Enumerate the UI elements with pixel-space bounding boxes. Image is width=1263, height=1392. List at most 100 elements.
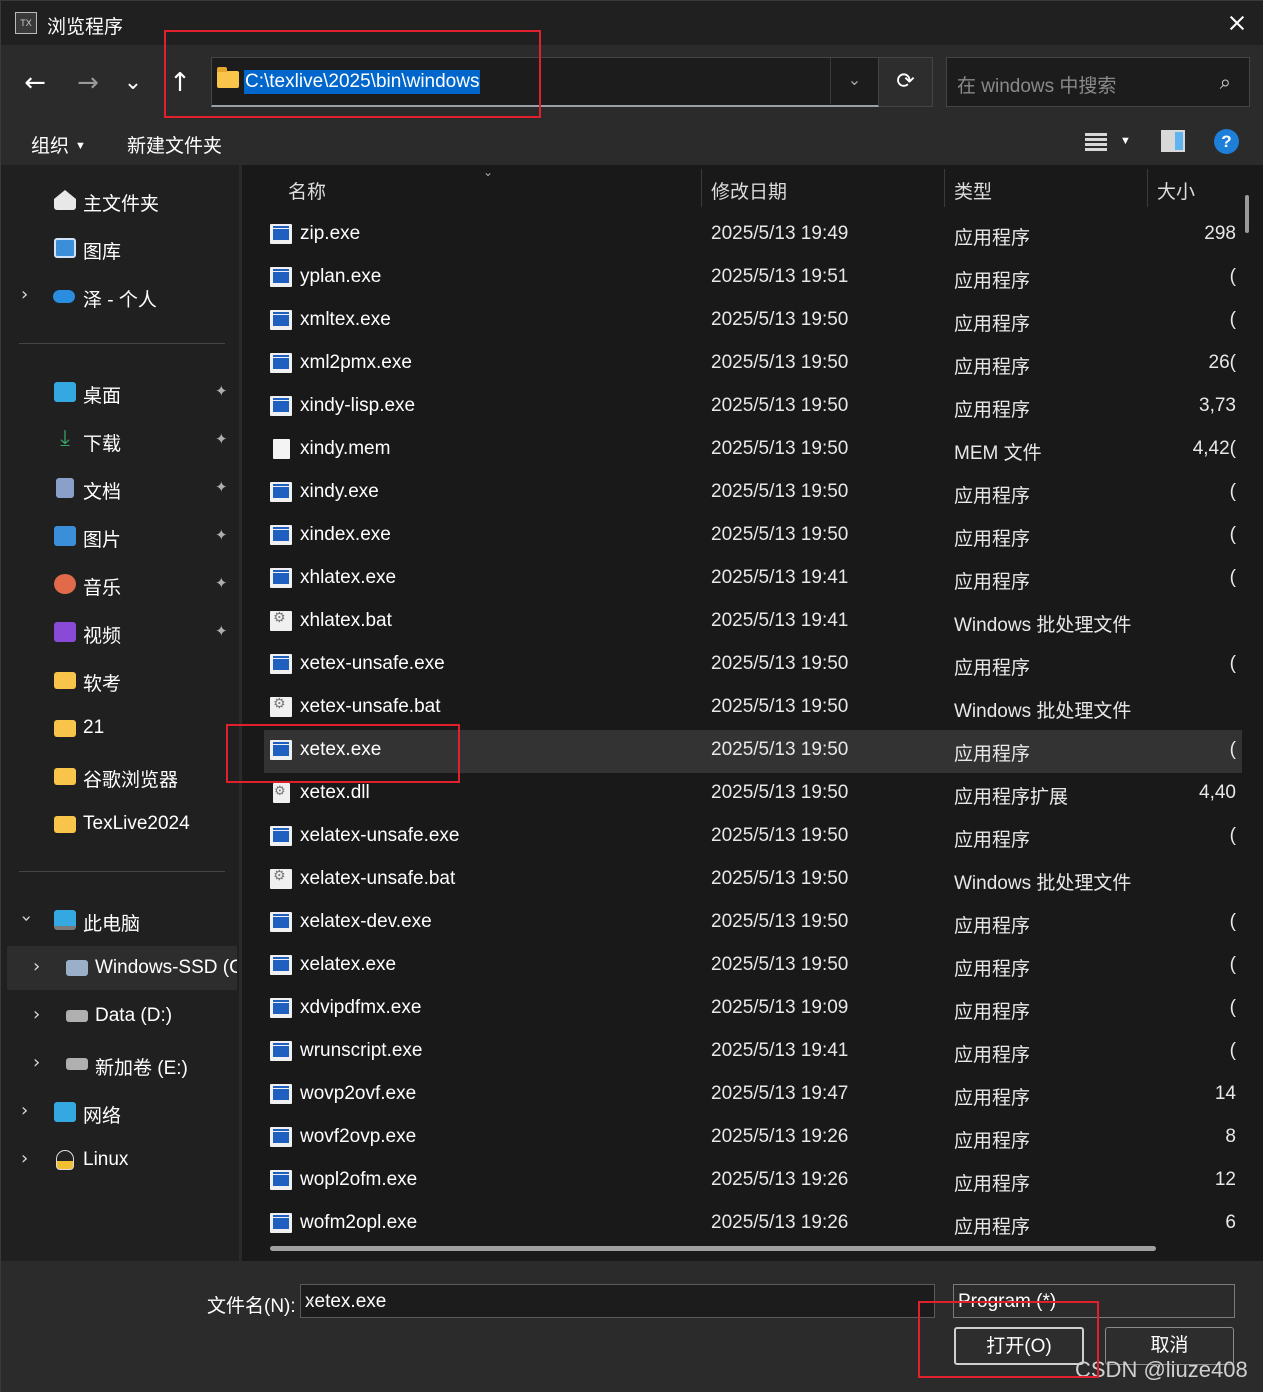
pin-icon[interactable]: ✦ — [215, 526, 228, 544]
file-row[interactable]: xelatex-dev.exe 2025/5/13 19:50 应用程序 ( — [264, 902, 1242, 945]
back-arrow-icon[interactable]: ← — [17, 65, 53, 101]
annotation-box-open-button — [918, 1301, 1099, 1378]
filename-label: 文件名(N): — [207, 1296, 296, 1317]
file-row[interactable]: xindex.exe 2025/5/13 19:50 应用程序 ( — [264, 515, 1242, 558]
file-row[interactable]: zip.exe 2025/5/13 19:49 应用程序 298 — [264, 214, 1242, 257]
sidebar-item-this-pc[interactable]: › 此电脑 — [1, 898, 239, 942]
horizontal-scrollbar-thumb[interactable] — [270, 1246, 1156, 1251]
refresh-button[interactable]: ⟳ — [879, 57, 933, 107]
chevron-right-icon[interactable]: › — [21, 1100, 28, 1121]
file-date: 2025/5/13 19:41 — [711, 567, 849, 588]
file-row[interactable]: wovf2ovp.exe 2025/5/13 19:26 应用程序 8 — [264, 1117, 1242, 1160]
help-icon[interactable]: ? — [1214, 129, 1239, 154]
sidebar-item-videos[interactable]: 视频 ✦ — [1, 610, 239, 654]
file-row[interactable]: xml2pmx.exe 2025/5/13 19:50 应用程序 26( — [264, 343, 1242, 386]
chevron-down-icon[interactable]: › — [16, 915, 37, 922]
chevron-down-icon[interactable]: ⌄ — [305, 1291, 928, 1307]
pin-icon[interactable]: ✦ — [215, 478, 228, 496]
chevron-right-icon[interactable]: › — [21, 1148, 28, 1169]
column-header-size[interactable]: 大小 — [1157, 177, 1195, 204]
view-options-icon[interactable] — [1085, 131, 1107, 153]
sidebar-item-folder-ruankao[interactable]: 软考 — [1, 658, 239, 702]
sidebar-item-onedrive[interactable]: › 泽 - 个人 — [1, 274, 239, 318]
file-row[interactable]: xindy.mem 2025/5/13 19:50 MEM 文件 4,42( — [264, 429, 1242, 472]
vertical-scrollbar-thumb[interactable] — [1245, 195, 1249, 233]
organize-menu[interactable]: 组织 ▼ — [31, 131, 86, 158]
sidebar-item-label: 音乐 — [83, 578, 122, 599]
chevron-right-icon[interactable]: › — [33, 956, 40, 977]
file-date: 2025/5/13 19:50 — [711, 438, 849, 459]
file-type: 应用程序 — [954, 916, 1031, 937]
sidebar-item-folder-chrome[interactable]: 谷歌浏览器 — [1, 754, 239, 798]
file-date: 2025/5/13 19:50 — [711, 395, 849, 416]
chevron-right-icon[interactable]: › — [33, 1052, 40, 1073]
sidebar-item-label: Data (D:) — [95, 1005, 173, 1026]
file-type: 应用程序 — [954, 357, 1031, 378]
file-row[interactable]: wrunscript.exe 2025/5/13 19:41 应用程序 ( — [264, 1031, 1242, 1074]
column-header-date[interactable]: 修改日期 — [711, 177, 787, 204]
filename-input[interactable]: xetex.exe ⌄ — [300, 1284, 935, 1318]
sidebar-item-downloads[interactable]: ⤓ 下载 ✦ — [1, 418, 239, 462]
file-type: 应用程序 — [954, 1045, 1031, 1066]
sidebar-item-pictures[interactable]: 图片 ✦ — [1, 514, 239, 558]
file-size: 298 — [1204, 223, 1236, 244]
sidebar-item-documents[interactable]: 文档 ✦ — [1, 466, 239, 510]
sidebar-item-home[interactable]: 主文件夹 — [1, 178, 239, 222]
file-row[interactable]: xindy.exe 2025/5/13 19:50 应用程序 ( — [264, 472, 1242, 515]
search-placeholder[interactable]: 在 windows 中搜索 — [957, 71, 1116, 98]
folder-icon — [54, 768, 76, 785]
sidebar-item-gallery[interactable]: 图库 — [1, 226, 239, 270]
file-row[interactable]: xindy-lisp.exe 2025/5/13 19:50 应用程序 3,73 — [264, 386, 1242, 429]
column-header-type[interactable]: 类型 — [954, 177, 992, 204]
column-divider[interactable] — [944, 169, 945, 207]
file-date: 2025/5/13 19:50 — [711, 309, 849, 330]
file-name: xelatex-unsafe.exe — [300, 825, 460, 846]
pin-icon[interactable]: ✦ — [215, 430, 228, 448]
sidebar-item-music[interactable]: 音乐 ✦ — [1, 562, 239, 606]
sidebar-item-desktop[interactable]: 桌面 ✦ — [1, 370, 239, 414]
column-divider[interactable] — [701, 169, 702, 207]
file-row[interactable]: xelatex.exe 2025/5/13 19:50 应用程序 ( — [264, 945, 1242, 988]
sidebar-item-linux[interactable]: › Linux — [1, 1138, 239, 1182]
sidebar-item-label: 下载 — [83, 434, 122, 455]
file-row[interactable]: xdvipdfmx.exe 2025/5/13 19:09 应用程序 ( — [264, 988, 1242, 1031]
file-row[interactable]: xelatex-unsafe.exe 2025/5/13 19:50 应用程序 ( — [264, 816, 1242, 859]
search-icon[interactable]: ⌕ — [1220, 70, 1231, 94]
sidebar-item-folder-texlive2024[interactable]: TexLive2024 — [1, 802, 239, 846]
forward-arrow-icon[interactable]: → — [70, 65, 106, 101]
file-type: 应用程序 — [954, 1217, 1031, 1238]
recent-locations-chevron-icon[interactable]: ⌄ — [115, 65, 151, 101]
file-row[interactable]: xelatex-unsafe.bat 2025/5/13 19:50 Windows… — [264, 859, 1242, 902]
preview-pane-icon[interactable] — [1161, 130, 1185, 152]
view-caret-icon[interactable]: ▼ — [1120, 135, 1131, 147]
sidebar-item-folder-21[interactable]: 21 — [1, 706, 239, 750]
file-row[interactable]: wovp2ovf.exe 2025/5/13 19:47 应用程序 14 — [264, 1074, 1242, 1117]
address-history-dropdown[interactable]: ⌄ — [830, 58, 878, 104]
file-row[interactable]: yplan.exe 2025/5/13 19:51 应用程序 ( — [264, 257, 1242, 300]
sidebar-item-drive-c[interactable]: › Windows-SSD (C — [7, 946, 237, 990]
chevron-right-icon[interactable]: › — [33, 1004, 40, 1025]
file-row[interactable]: xhlatex.exe 2025/5/13 19:41 应用程序 ( — [264, 558, 1242, 601]
search-box[interactable]: 在 windows 中搜索 ⌕ — [946, 57, 1250, 107]
pin-icon[interactable]: ✦ — [215, 622, 228, 640]
pin-icon[interactable]: ✦ — [215, 382, 228, 400]
column-header-name[interactable]: 名称 — [288, 177, 326, 204]
column-divider[interactable] — [1147, 169, 1148, 207]
sidebar-item-network[interactable]: › 网络 — [1, 1090, 239, 1134]
file-size: ( — [1229, 997, 1236, 1018]
sidebar-item-label: 视频 — [83, 626, 122, 647]
sidebar-item-drive-e[interactable]: › 新加卷 (E:) — [1, 1042, 239, 1086]
file-row[interactable]: xhlatex.bat 2025/5/13 19:41 Windows 批处理文件 — [264, 601, 1242, 644]
file-row[interactable]: wopl2ofm.exe 2025/5/13 19:26 应用程序 12 — [264, 1160, 1242, 1203]
new-folder-button[interactable]: 新建文件夹 — [127, 131, 222, 158]
file-row[interactable]: xmltex.exe 2025/5/13 19:50 应用程序 ( — [264, 300, 1242, 343]
pin-icon[interactable]: ✦ — [215, 574, 228, 592]
file-row[interactable]: wofm2opl.exe 2025/5/13 19:26 应用程序 6 — [264, 1203, 1242, 1246]
sidebar-item-drive-d[interactable]: › Data (D:) — [1, 994, 239, 1038]
sidebar-divider — [19, 343, 225, 344]
close-button[interactable] — [1208, 1, 1263, 45]
exe-file-icon — [270, 310, 292, 330]
file-row[interactable]: xetex-unsafe.exe 2025/5/13 19:50 应用程序 ( — [264, 644, 1242, 687]
chevron-right-icon[interactable]: › — [21, 284, 28, 305]
file-date: 2025/5/13 19:50 — [711, 954, 849, 975]
